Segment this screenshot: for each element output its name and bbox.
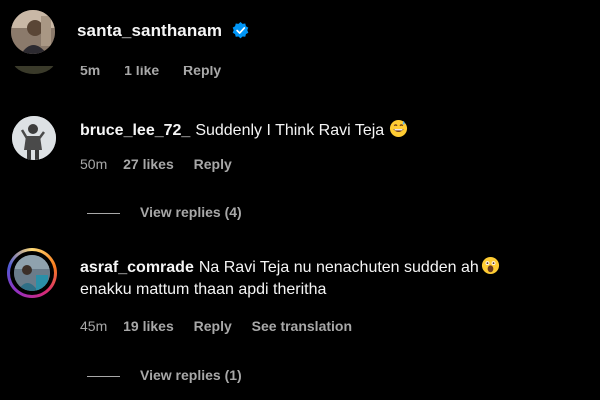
comment-meta: 45m 19 likes Reply See translation xyxy=(80,318,368,334)
comment-time: 50m xyxy=(80,156,108,172)
comment-body: asraf_comrade Na Ravi Teja nu nenachuten … xyxy=(80,256,590,301)
comment-text-line2: enakku mattum thaan apdi theritha xyxy=(80,281,327,298)
view-replies-button[interactable]: View replies (4) xyxy=(87,204,242,220)
comment-meta: 50m 27 likes Reply xyxy=(80,156,248,172)
replies-divider-line xyxy=(87,212,120,214)
comment-avatar xyxy=(14,255,50,291)
grinning-sweat-emoji xyxy=(389,119,407,138)
view-replies-label: View replies (4) xyxy=(140,204,242,220)
verified-badge-icon xyxy=(232,22,249,39)
comment-likes-link[interactable]: 19 likes xyxy=(123,318,174,334)
view-replies-button[interactable]: View replies (1) xyxy=(87,367,242,383)
see-translation-button[interactable]: See translation xyxy=(252,318,352,334)
comment-body: bruce_lee_72_ Suddenly I Think Ravi Teja xyxy=(80,119,590,142)
post-author-avatar[interactable] xyxy=(11,10,55,54)
story-ring[interactable] xyxy=(7,248,57,298)
astonished-face-emoji xyxy=(481,256,499,275)
post-author-photo xyxy=(11,10,55,54)
post-header: santa_santhanam xyxy=(0,0,600,66)
replies-divider-line xyxy=(87,375,120,377)
comment-text-line1: Na Ravi Teja nu nenachuten sudden ah xyxy=(198,259,479,276)
comment-avatar[interactable] xyxy=(12,116,56,160)
comment-avatar-photo xyxy=(12,116,56,160)
view-replies-label: View replies (1) xyxy=(140,367,242,383)
comment-username[interactable]: bruce_lee_72_ xyxy=(80,122,190,139)
comment-time: 45m xyxy=(80,318,108,334)
comment-likes-link[interactable]: 27 likes xyxy=(123,156,174,172)
comment-avatar-photo xyxy=(14,255,50,291)
post-author-username[interactable]: santa_santhanam xyxy=(77,21,222,41)
comment-reply-button[interactable]: Reply xyxy=(194,318,232,334)
comment-reply-button[interactable]: Reply xyxy=(194,156,232,172)
comment-text: Suddenly I Think Ravi Teja xyxy=(195,122,385,139)
comment-username[interactable]: asraf_comrade xyxy=(80,259,194,276)
